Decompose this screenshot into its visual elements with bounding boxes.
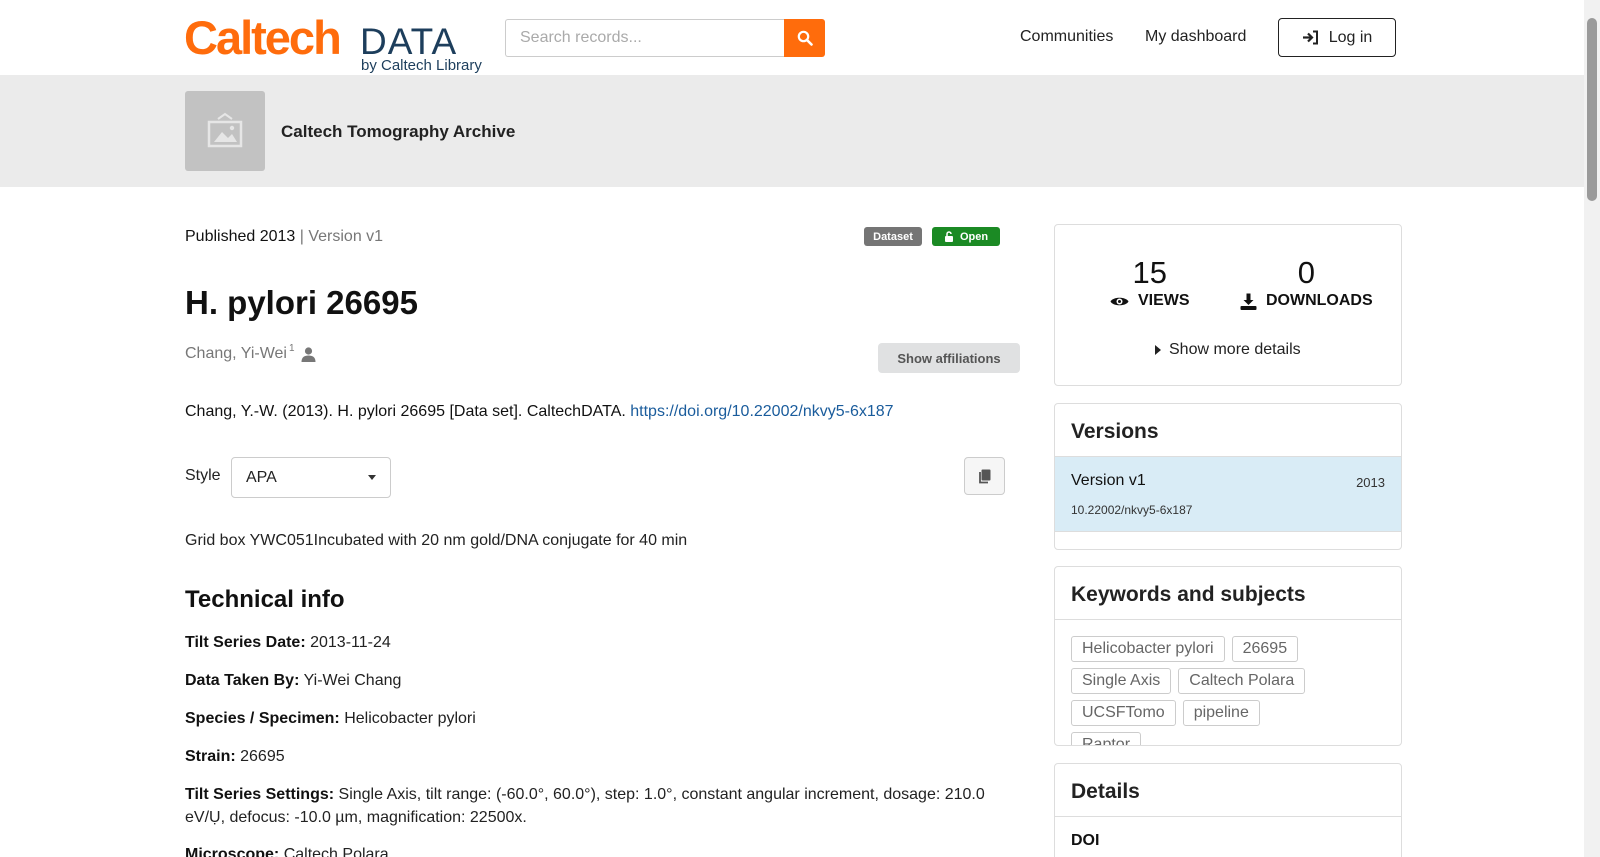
tech-label: Data Taken By: [185, 672, 300, 689]
tech-label: Strain: [185, 748, 236, 765]
citation-style-label: Style [185, 467, 221, 484]
show-more-details-toggle[interactable]: Show more details [1155, 341, 1301, 359]
citation-body: Chang, Y.-W. (2013). H. pylori 26695 [Da… [185, 403, 631, 420]
page-scrollbar[interactable] [1584, 0, 1600, 857]
record-stats-card: 15 VIEWS 0 DOWNLOADS Show more details [1054, 224, 1402, 386]
tech-value: Caltech Polara [283, 846, 389, 857]
logo-caltech-text: Caltech [184, 11, 342, 64]
versions-card: Versions Version v1 2013 10.22002/nkvy5-… [1054, 403, 1402, 550]
caret-right-icon [1155, 345, 1161, 355]
keyword-tag[interactable]: Single Axis [1071, 668, 1172, 694]
version-name[interactable]: Version v1 [1071, 472, 1146, 490]
version-item[interactable]: Version v1 2013 10.22002/nkvy5-6x187 [1055, 457, 1401, 532]
doi-label: DOI [1071, 832, 1100, 849]
creator-name[interactable]: Chang, Yi-Wei [185, 345, 287, 363]
nav-my-dashboard[interactable]: My dashboard [1145, 28, 1246, 46]
views-label-row: VIEWS [1110, 292, 1190, 310]
community-name[interactable]: Caltech Tomography Archive [281, 122, 515, 142]
version-separator: | [295, 228, 309, 245]
keywords-card: Keywords and subjects Helicobacter pylor… [1054, 566, 1402, 746]
citation-text: Chang, Y.-W. (2013). H. pylori 26695 [Da… [185, 403, 894, 421]
top-navbar: Caltech DATA by Caltech Library Communit… [0, 0, 1584, 75]
chevron-down-icon [368, 475, 376, 480]
tech-info-tilt-date: Tilt Series Date: 2013-11-24 [185, 631, 1005, 654]
affiliation-number: 1 [288, 342, 295, 354]
tech-info-species: Species / Specimen: Helicobacter pylori [185, 707, 1005, 730]
keyword-list: Helicobacter pylori 26695 Single Axis Ca… [1055, 620, 1345, 745]
access-status-label: Open [959, 230, 989, 243]
search-icon [797, 30, 813, 46]
keywords-heading: Keywords and subjects [1055, 567, 1401, 620]
search-button[interactable] [784, 19, 825, 57]
login-button[interactable]: Log in [1278, 18, 1396, 57]
tech-value: 26695 [240, 748, 285, 765]
copy-icon [979, 469, 991, 483]
creator-list: Chang, Yi-Wei 1 [185, 342, 316, 363]
nav-communities[interactable]: Communities [1020, 28, 1113, 46]
details-card: Details DOI [1054, 763, 1402, 857]
resource-type-label: Dataset [873, 230, 913, 243]
downloads-label: DOWNLOADS [1266, 292, 1373, 309]
unlock-icon [944, 231, 953, 242]
tech-label: Tilt Series Date: [185, 634, 306, 651]
version-doi: 10.22002/nkvy5-6x187 [1071, 503, 1193, 517]
access-status-badge: Open [932, 227, 1000, 246]
versions-heading: Versions [1055, 404, 1401, 457]
tech-value: 2013-11-24 [310, 634, 391, 651]
tech-info-tilt-settings: Tilt Series Settings: Single Axis, tilt … [185, 783, 1005, 829]
keyword-tag[interactable]: Caltech Polara [1178, 668, 1306, 694]
version-text: Version v1 [308, 228, 384, 245]
tech-label: Microscope: [185, 846, 280, 857]
citation-style-dropdown[interactable]: APA [231, 457, 391, 498]
views-stat: 15 VIEWS [1110, 255, 1190, 310]
tech-info-taken-by: Data Taken By: Yi-Wei Chang [185, 669, 1005, 692]
person-icon[interactable] [301, 346, 316, 362]
tech-value: Yi-Wei Chang [303, 672, 402, 689]
sign-in-icon [1302, 30, 1318, 45]
keyword-tag[interactable]: Raptor [1071, 732, 1142, 745]
citation-style-value: APA [246, 468, 277, 486]
record-description: Grid box YWC051Incubated with 20 nm gold… [185, 532, 688, 549]
downloads-stat: 0 DOWNLOADS [1240, 255, 1373, 310]
search-input[interactable] [505, 19, 785, 57]
views-label: VIEWS [1138, 292, 1190, 309]
details-heading: Details [1055, 764, 1401, 817]
show-more-details-label: Show more details [1169, 341, 1301, 358]
keyword-tag[interactable]: 26695 [1231, 636, 1299, 662]
login-label: Log in [1328, 28, 1373, 46]
tech-value: Helicobacter pylori [344, 710, 476, 727]
community-header: Caltech Tomography Archive [0, 75, 1584, 187]
views-count: 15 [1132, 255, 1168, 290]
tech-info-strain: Strain: 26695 [185, 745, 1005, 768]
keyword-tag[interactable]: Helicobacter pylori [1071, 636, 1225, 662]
caltechdata-logo[interactable]: Caltech DATA by Caltech Library [184, 11, 494, 76]
show-affiliations-button[interactable]: Show affiliations [878, 343, 1020, 373]
downloads-label-row: DOWNLOADS [1240, 292, 1373, 310]
scrollbar-thumb[interactable] [1587, 18, 1597, 201]
tech-info-microscope: Microscope: Caltech Polara [185, 843, 1005, 857]
publication-info: Published 2013 | Version v1 [185, 228, 383, 246]
technical-info-heading: Technical info [185, 586, 345, 613]
citation-doi-link[interactable]: https://doi.org/10.22002/nkvy5-6x187 [630, 403, 893, 420]
logo-byline: by Caltech Library [361, 57, 482, 74]
copy-citation-button[interactable] [964, 457, 1005, 495]
record-title: H. pylori 26695 [185, 284, 418, 321]
community-logo-placeholder[interactable] [185, 91, 265, 171]
eye-icon [1110, 297, 1129, 305]
version-year: 2013 [1356, 475, 1385, 490]
image-placeholder-icon [207, 112, 243, 148]
keyword-tag[interactable]: pipeline [1182, 700, 1260, 726]
resource-type-badge: Dataset [864, 227, 922, 246]
keyword-tag[interactable]: UCSFTomo [1071, 700, 1176, 726]
published-date: Published 2013 [185, 228, 296, 245]
download-icon [1240, 293, 1257, 310]
tech-label: Species / Specimen: [185, 710, 340, 727]
downloads-count: 0 [1297, 255, 1315, 290]
tech-label: Tilt Series Settings: [185, 786, 335, 803]
